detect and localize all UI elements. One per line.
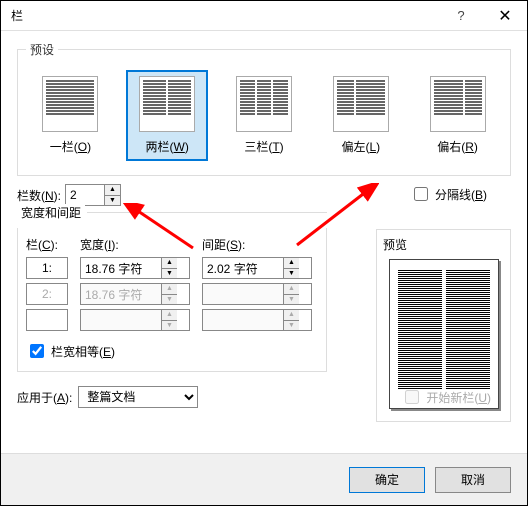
dialog-title: 栏 — [11, 7, 439, 24]
preset-icon — [430, 76, 486, 132]
spacing-spinner-0-input[interactable] — [203, 258, 283, 278]
dialog-footer: 确定 取消 — [1, 453, 527, 505]
preset-label: 三栏(T) — [229, 138, 299, 155]
close-button[interactable]: ✕ — [483, 1, 527, 31]
spin-up-icon: ▲ — [162, 284, 177, 295]
equal-width-input[interactable] — [30, 344, 44, 358]
spin-down-icon: ▼ — [284, 295, 299, 305]
width-head: 宽度(I): — [80, 236, 190, 253]
newcol-input — [405, 390, 419, 404]
preset-option-1[interactable]: 两栏(W) — [126, 70, 208, 161]
equal-width-label: 栏宽相等(E) — [51, 343, 115, 360]
ok-button[interactable]: 确定 — [349, 467, 425, 493]
preview-legend: 预览 — [383, 236, 504, 253]
spin-up-icon[interactable]: ▲ — [284, 258, 299, 269]
separator-label: 分隔线(B) — [435, 186, 487, 203]
presets-group: 预设 一栏(O) 两栏(W) 三栏(T) 偏左(L) 偏右(R) — [17, 41, 511, 176]
width-spinner-1-input — [81, 284, 161, 304]
ws-legend: 宽度和间距 — [17, 204, 85, 221]
width-spinner-0[interactable]: ▲▼ — [80, 257, 190, 279]
apply-row: 应用于(A): 整篇文档 开始新栏(U) — [17, 386, 511, 408]
spacing-head: 间距(S): — [202, 236, 312, 253]
columns-dialog: 栏 ? ✕ 预设 一栏(O) 两栏(W) 三栏(T) 偏左(L) 偏右(R) 栏数(N)… — [0, 0, 528, 506]
titlebar: 栏 ? ✕ — [1, 1, 527, 31]
apply-label: 应用于(A): — [17, 389, 72, 406]
spin-down-icon: ▼ — [162, 321, 177, 331]
presets-legend: 预设 — [26, 41, 58, 58]
width-spinner-0-input[interactable] — [81, 258, 161, 278]
help-button[interactable]: ? — [439, 1, 483, 31]
preset-option-4[interactable]: 偏右(R) — [417, 70, 499, 161]
spacing-spinner-1: ▲▼ — [202, 283, 312, 305]
spin-up-icon: ▲ — [284, 284, 299, 295]
spin-up-icon[interactable]: ▲ — [105, 185, 120, 196]
preset-option-0[interactable]: 一栏(O) — [29, 70, 111, 161]
spin-up-icon: ▲ — [284, 310, 299, 321]
preset-label: 偏左(L) — [326, 138, 396, 155]
preset-label: 一栏(O) — [35, 138, 105, 155]
preset-option-3[interactable]: 偏左(L) — [320, 70, 402, 161]
empty-spinner-2: ▲▼ — [202, 309, 312, 331]
col-head: 栏(C): — [26, 236, 68, 253]
numcols-row: 栏数(N): ▲▼ 分隔线(B) — [17, 184, 511, 206]
empty-spinner-2-input — [203, 310, 283, 330]
preset-label: 两栏(W) — [132, 138, 202, 155]
empty-spinner-1: ▲▼ — [80, 309, 190, 331]
spacing-spinner-1-input — [203, 284, 283, 304]
col-index: 1: — [26, 257, 68, 279]
empty-spinner-1-input — [81, 310, 161, 330]
newcol-label: 开始新栏(U) — [426, 389, 491, 406]
col-index: 2: — [26, 283, 68, 305]
spacing-spinner-0[interactable]: ▲▼ — [202, 257, 312, 279]
preset-icon — [236, 76, 292, 132]
preset-icon — [139, 76, 195, 132]
numcols-spinner[interactable]: ▲▼ — [65, 184, 121, 206]
separator-checkbox[interactable]: 分隔线(B) — [410, 184, 487, 204]
apply-select[interactable]: 整篇文档 — [78, 386, 198, 408]
spin-up-icon: ▲ — [162, 310, 177, 321]
spin-down-icon[interactable]: ▼ — [105, 196, 120, 206]
spin-down-icon: ▼ — [284, 321, 299, 331]
spin-up-icon[interactable]: ▲ — [162, 258, 177, 269]
spin-down-icon[interactable]: ▼ — [162, 269, 177, 279]
preset-icon — [42, 76, 98, 132]
separator-input[interactable] — [414, 187, 428, 201]
width-spacing-group: 栏(C): 宽度(I): 间距(S): 1:▲▼▲▼2:▲▼▲▼▲▼▲▼ 栏宽相… — [17, 228, 327, 372]
empty-cell — [26, 309, 68, 331]
width-spinner-1: ▲▼ — [80, 283, 190, 305]
cancel-button[interactable]: 取消 — [435, 467, 511, 493]
numcols-input[interactable] — [66, 185, 104, 205]
spin-down-icon[interactable]: ▼ — [284, 269, 299, 279]
preset-label: 偏右(R) — [423, 138, 493, 155]
preset-icon — [333, 76, 389, 132]
dialog-content: 预设 一栏(O)两栏(W)三栏(T)偏左(L)偏右(R) 栏数(N): ▲▼ 分… — [1, 31, 527, 418]
newcol-checkbox: 开始新栏(U) — [401, 387, 491, 407]
preset-option-2[interactable]: 三栏(T) — [223, 70, 305, 161]
spin-down-icon: ▼ — [162, 295, 177, 305]
equal-width-checkbox[interactable]: 栏宽相等(E) — [26, 341, 115, 361]
numcols-label: 栏数(N): — [17, 187, 61, 204]
